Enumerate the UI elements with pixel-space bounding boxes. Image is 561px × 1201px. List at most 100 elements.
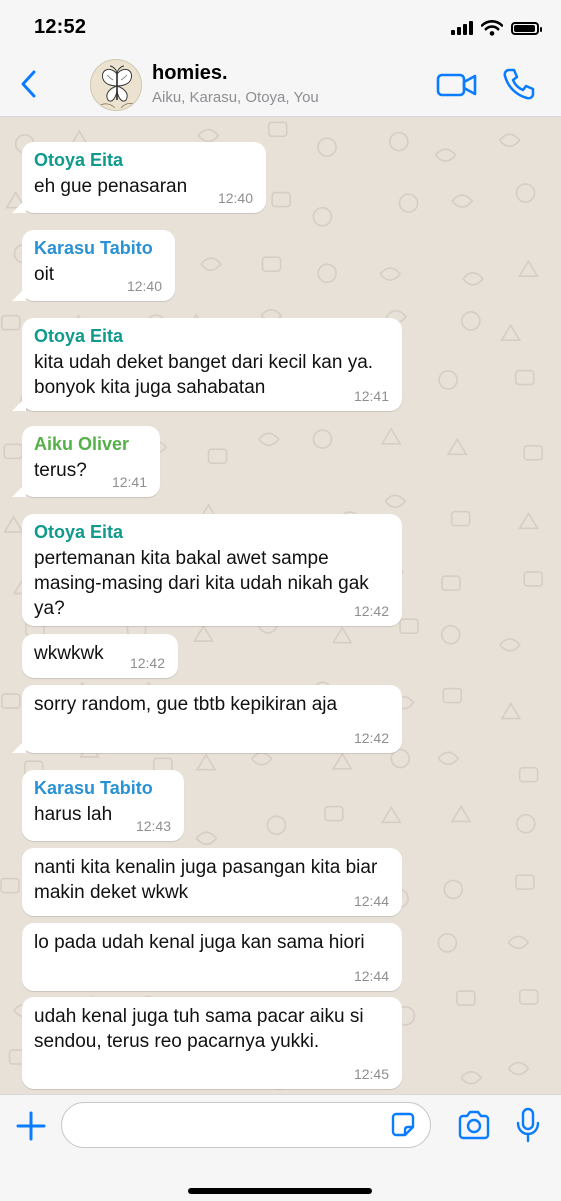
message-time: 12:42	[129, 655, 165, 671]
signal-icon	[451, 21, 473, 35]
message-bubble[interactable]: Karasu Tabito harus lah 12:43	[22, 770, 184, 841]
message-input[interactable]	[61, 1102, 431, 1148]
message-text: sorry random, gue tbtb kepikiran aja	[34, 694, 338, 715]
message-bubble[interactable]: Karasu Tabito oit 12:40	[12, 230, 175, 301]
wallpaper-doodle	[312, 206, 333, 227]
status-time: 12:52	[34, 16, 87, 38]
wallpaper-doodle	[197, 128, 220, 143]
message-sender[interactable]: Karasu Tabito	[34, 777, 172, 799]
chat-area[interactable]: Otoya Eita eh gue penasaran 12:40 Karasu Ta…	[0, 117, 561, 1094]
message-bubble[interactable]: lo pada udah kenal juga kan sama hiori 12…	[22, 923, 402, 991]
wallpaper-doodle	[195, 831, 218, 846]
wallpaper-doodle	[389, 131, 409, 152]
chat-title[interactable]: homies.	[152, 62, 228, 85]
wallpaper-doodle	[331, 626, 353, 644]
message-time: 12:43	[135, 818, 171, 834]
wallpaper-doodle	[443, 879, 464, 900]
chevron-left-icon[interactable]	[14, 66, 44, 102]
wallpaper-doodle	[271, 191, 291, 208]
group-avatar[interactable]	[90, 59, 142, 111]
phone-icon[interactable]	[500, 66, 536, 102]
wallpaper-doodle	[324, 805, 344, 822]
wallpaper-doodle	[331, 752, 353, 770]
message-bubble[interactable]: Otoya Eita pertemanan kita bakal awet sam…	[22, 514, 402, 626]
message-text: nanti kita kenalin juga pasangan kita bi…	[34, 857, 378, 903]
home-indicator	[188, 1188, 372, 1194]
microphone-icon[interactable]	[514, 1106, 542, 1144]
wallpaper-doodle	[442, 687, 463, 704]
message-text: kita udah deket banget dari kecil kan ya…	[34, 352, 374, 398]
wallpaper-doodle	[507, 935, 530, 950]
message-text: pertemanan kita bakal awet sampe masing-…	[34, 548, 369, 619]
wallpaper-doodle	[450, 510, 471, 527]
message-time: 12:41	[353, 388, 389, 404]
wallpaper-doodle	[451, 194, 474, 208]
message-text: lo pada udah kenal juga kan sama hiori	[34, 932, 365, 953]
message-sender[interactable]: Karasu Tabito	[34, 237, 163, 259]
wallpaper-doodle	[193, 624, 214, 642]
message-bubble[interactable]: Otoya Eita eh gue penasaran 12:40	[12, 142, 266, 213]
message-time: 12:42	[353, 730, 389, 746]
message-bubble[interactable]: sorry random, gue tbtb kepikiran aja 12:4…	[12, 685, 402, 753]
wallpaper-doodle	[460, 1070, 483, 1085]
wallpaper-doodle	[258, 432, 280, 447]
wallpaper-doodle	[399, 618, 419, 634]
wallpaper-doodle	[450, 804, 472, 823]
wallpaper-doodle	[523, 571, 544, 587]
wallpaper-doodle	[200, 257, 222, 271]
wifi-icon	[481, 20, 503, 36]
message-bubble[interactable]: wkwkwk 12:42	[22, 634, 178, 678]
video-camera-icon[interactable]	[436, 70, 478, 100]
wallpaper-doodle	[500, 702, 522, 720]
wallpaper-doodle	[1, 693, 21, 709]
message-sender[interactable]: Otoya Eita	[34, 325, 390, 347]
wallpaper-doodle	[0, 314, 21, 331]
message-bubble[interactable]: Otoya Eita kita udah deket banget dari ke…	[12, 318, 402, 411]
battery-icon	[511, 21, 542, 35]
chat-participants[interactable]: Aiku, Karasu, Otoya, You	[152, 89, 319, 106]
wallpaper-doodle	[317, 263, 337, 284]
wallpaper-doodle	[195, 753, 217, 771]
wallpaper-doodle	[499, 133, 521, 148]
wallpaper-doodle	[437, 751, 460, 766]
message-sender[interactable]: Otoya Eita	[34, 521, 390, 543]
wallpaper-doodle	[380, 805, 402, 824]
camera-icon[interactable]	[456, 1109, 492, 1141]
wallpaper-doodle	[518, 259, 539, 278]
message-bubble[interactable]: Aiku Oliver terus? 12:41	[12, 426, 160, 497]
status-bar: 12:52	[0, 0, 561, 52]
wallpaper-doodle	[518, 989, 539, 1005]
wallpaper-doodle	[434, 148, 457, 162]
wallpaper-doodle	[446, 437, 468, 456]
message-time: 12:40	[126, 278, 162, 294]
wallpaper-doodle	[441, 575, 461, 591]
wallpaper-doodle	[266, 815, 287, 836]
wallpaper-doodle	[384, 494, 407, 509]
message-bubble[interactable]: udah kenal juga tuh sama pacar aiku si s…	[22, 997, 402, 1089]
message-sender[interactable]: Otoya Eita	[34, 149, 254, 171]
status-icons	[451, 18, 542, 38]
wallpaper-doodle	[0, 877, 20, 894]
message-bubble[interactable]: nanti kita kenalin juga pasangan kita bi…	[22, 848, 402, 916]
wallpaper-doodle	[312, 429, 333, 449]
wallpaper-doodle	[499, 638, 521, 652]
plus-icon[interactable]	[14, 1109, 48, 1143]
wallpaper-doodle	[3, 515, 25, 533]
wallpaper-doodle	[456, 990, 476, 1006]
message-time: 12:42	[353, 603, 389, 619]
butterfly-icon	[91, 60, 141, 110]
message-time: 12:44	[353, 968, 389, 984]
wallpaper-doodle	[398, 193, 419, 213]
message-time: 12:40	[217, 190, 253, 206]
composer-bar	[0, 1094, 561, 1201]
wallpaper-doodle	[518, 511, 539, 530]
message-sender[interactable]: Aiku Oliver	[34, 433, 148, 455]
wallpaper-doodle	[251, 751, 273, 766]
wallpaper-doodle	[500, 323, 522, 342]
wallpaper-doodle	[514, 369, 535, 386]
wallpaper-doodle	[523, 445, 543, 461]
sticker-icon[interactable]	[388, 1110, 418, 1140]
wallpaper-doodle	[437, 933, 458, 953]
wallpaper-doodle	[438, 370, 458, 390]
wallpaper-doodle	[515, 183, 536, 203]
